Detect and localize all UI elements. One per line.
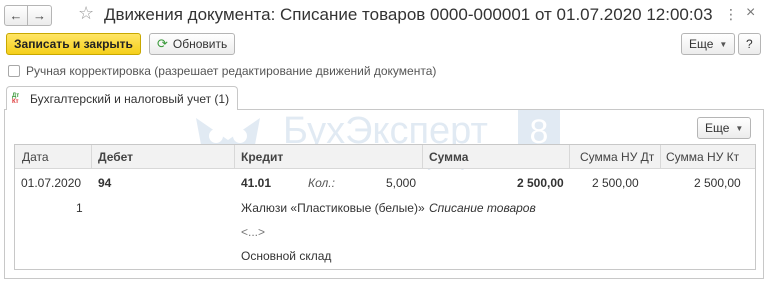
row-credit-subconto-warehouse: Основной склад xyxy=(241,249,332,263)
header-sum[interactable]: Сумма xyxy=(429,150,468,164)
arrow-left-icon: ← xyxy=(9,8,23,23)
panel-more-label: Еще xyxy=(705,121,730,135)
row-debit-account: 94 xyxy=(98,176,112,190)
arrow-right-icon: → xyxy=(33,8,46,23)
nav-group: ← → xyxy=(4,5,52,26)
manual-adjust-label[interactable]: Ручная корректировка (разрешает редактир… xyxy=(26,64,436,78)
row-line-number: 1 xyxy=(76,201,83,215)
more-label: Еще xyxy=(689,37,714,51)
row-credit-subconto-empty: <...> xyxy=(241,225,266,239)
icon-kt-text: Кт xyxy=(12,98,19,105)
column-divider xyxy=(569,145,570,169)
row-qty-label: Кол.: xyxy=(308,176,335,190)
row-date: 01.07.2020 xyxy=(21,176,82,190)
manual-adjust-checkbox[interactable] xyxy=(8,65,20,77)
header-credit[interactable]: Кредит xyxy=(241,150,283,164)
chevron-down-icon: ▼ xyxy=(719,39,728,49)
help-button[interactable]: ? xyxy=(738,33,761,55)
back-button[interactable]: ← xyxy=(4,5,28,26)
row-credit-account: 41.01 xyxy=(241,176,272,190)
row-sum: 2 500,00 xyxy=(517,176,564,190)
refresh-icon: ⟳ xyxy=(157,36,168,51)
more-button[interactable]: Еще ▼ xyxy=(681,33,736,55)
row-content: Списание товаров xyxy=(429,201,536,215)
header-debit[interactable]: Дебет xyxy=(98,150,133,164)
column-divider xyxy=(660,145,661,169)
refresh-button[interactable]: ⟳ Обновить xyxy=(149,33,236,55)
header-sum-nu-kt[interactable]: Сумма НУ Кт xyxy=(666,150,739,164)
window-title: Движения документа: Списание товаров 000… xyxy=(104,5,713,24)
row-sum-nu-kt: 2 500,00 xyxy=(694,176,741,190)
entries-table[interactable]: Дата Дебет Кредит Сумма Сумма НУ Дт Сумм… xyxy=(14,144,756,270)
favorite-star-icon[interactable]: ☆ xyxy=(78,3,94,24)
panel-more-button[interactable]: Еще ▼ xyxy=(697,117,752,139)
row-sum-nu-dt: 2 500,00 xyxy=(592,176,639,190)
header-date[interactable]: Дата xyxy=(22,150,49,164)
manual-adjust-row: Ручная корректировка (разрешает редактир… xyxy=(8,64,436,78)
column-divider xyxy=(91,145,92,169)
table-header: Дата Дебет Кредит Сумма Сумма НУ Дт Сумм… xyxy=(15,145,755,169)
chevron-down-icon: ▼ xyxy=(735,123,744,133)
row-credit-subconto-nomenclature: Жалюзи «Пластиковые (белые)» xyxy=(241,201,425,215)
forward-button[interactable]: → xyxy=(28,5,52,26)
more-menu-icon[interactable]: ⋮ xyxy=(724,6,738,23)
close-icon[interactable]: × xyxy=(746,4,755,22)
column-divider xyxy=(234,145,235,169)
debit-credit-icon: Дт Кт xyxy=(12,93,24,105)
save-and-close-button[interactable]: Записать и закрыть xyxy=(6,33,141,55)
refresh-label: Обновить xyxy=(172,37,228,51)
header-sum-nu-dt[interactable]: Сумма НУ Дт xyxy=(580,150,654,164)
tab-accounting[interactable]: Дт Кт Бухгалтерский и налоговый учет (1) xyxy=(6,86,239,110)
tab-accounting-label: Бухгалтерский и налоговый учет (1) xyxy=(30,91,230,106)
column-divider xyxy=(422,145,423,169)
title-bar: ← → ☆ Движения документа: Списание товар… xyxy=(0,0,768,30)
row-qty-value: 5,000 xyxy=(386,176,417,190)
